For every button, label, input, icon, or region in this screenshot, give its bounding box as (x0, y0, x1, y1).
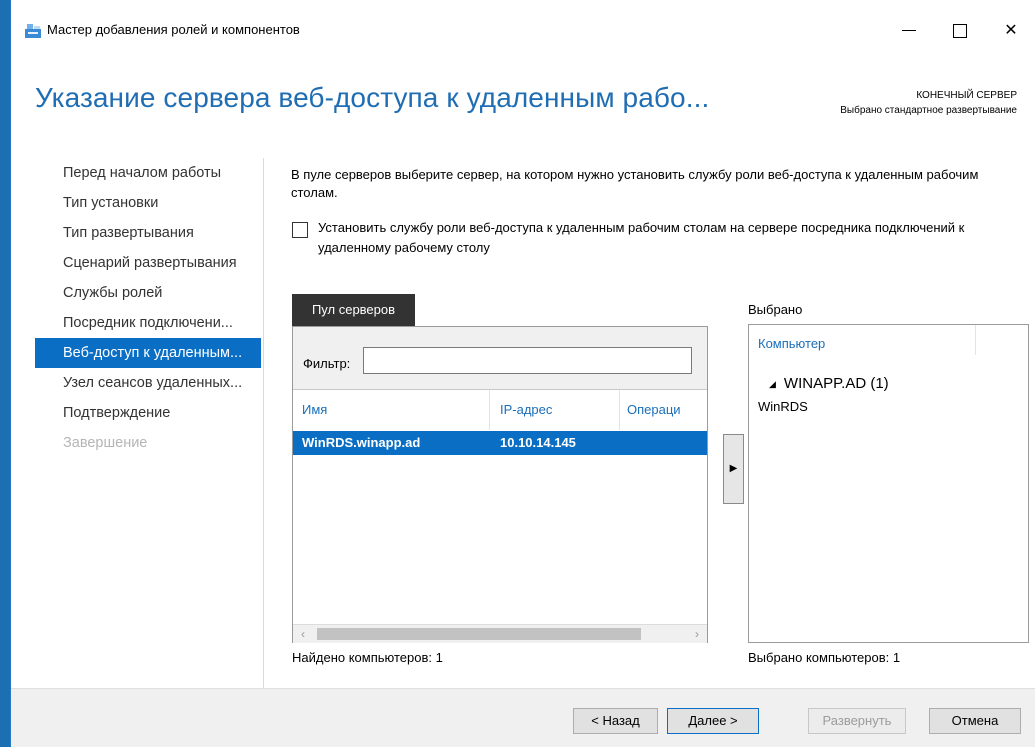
nav-item-connection-broker[interactable]: Посредник подключени... (35, 308, 261, 338)
server-grid: Имя IP-адрес Операци WinRDS.winapp.ad 10… (293, 389, 707, 643)
nav-item-deployment-type[interactable]: Тип развертывания (35, 218, 261, 248)
nav-item-confirmation[interactable]: Подтверждение (35, 398, 261, 428)
nav-item-installation-type[interactable]: Тип установки (35, 188, 261, 218)
group-header[interactable]: ◢ WINAPP.AD (1) (769, 375, 889, 392)
nav-item-session-host[interactable]: Узел сеансов удаленных... (35, 368, 261, 398)
column-separator[interactable] (489, 390, 490, 430)
title-bar: Мастер добавления ролей и компонентов ✕ (11, 0, 1035, 50)
nav-item-before-you-begin[interactable]: Перед началом работы (35, 158, 261, 188)
collapse-icon[interactable]: ◢ (769, 379, 776, 390)
nav-item-deployment-scenario[interactable]: Сценарий развертывания (35, 248, 261, 278)
server-manager-icon (25, 24, 41, 38)
next-button[interactable]: Далее > (667, 708, 759, 734)
grid-header: Имя IP-адрес Операци (293, 390, 707, 430)
table-row[interactable]: WinRDS.winapp.ad 10.10.14.145 (293, 431, 707, 455)
filter-label: Фильтр: (303, 356, 351, 371)
broker-checkbox-label[interactable]: Установить службу роли веб-доступа к уда… (318, 218, 1008, 258)
list-item[interactable]: WinRDS (758, 399, 808, 414)
row-ip: 10.10.14.145 (500, 435, 576, 450)
nav-item-web-access[interactable]: Веб-доступ к удаленным... (35, 338, 261, 368)
button-bar: < Назад Далее > Развернуть Отмена (11, 688, 1035, 747)
destination-label: КОНЕЧНЫЙ СЕРВЕР (916, 90, 1017, 101)
wizard-nav: Перед началом работы Тип установки Тип р… (35, 158, 261, 458)
scrollbar-thumb[interactable] (317, 628, 641, 640)
destination-value: Выбрано стандартное развертывание (840, 105, 1017, 116)
cancel-button[interactable]: Отмена (929, 708, 1021, 734)
deploy-button: Развернуть (808, 708, 906, 734)
selected-list: Компьютер ◢ WINAPP.AD (1) WinRDS (748, 324, 1029, 643)
selected-label: Выбрано (748, 302, 803, 317)
broker-checkbox[interactable] (292, 222, 308, 238)
selected-count: Выбрано компьютеров: 1 (748, 650, 901, 665)
nav-divider (263, 158, 264, 688)
minimize-button[interactable] (889, 14, 929, 48)
column-separator[interactable] (975, 325, 976, 355)
found-count: Найдено компьютеров: 1 (292, 650, 443, 665)
column-header-computer[interactable]: Компьютер (758, 336, 825, 351)
destination-server: КОНЕЧНЫЙ СЕРВЕР Выбрано стандартное разв… (840, 88, 1017, 118)
maximize-button[interactable] (940, 14, 980, 48)
maximize-icon (953, 23, 967, 38)
description-text: В пуле серверов выберите сервер, на кото… (291, 167, 979, 200)
scroll-left-icon[interactable]: ‹ (295, 626, 311, 642)
column-header-name[interactable]: Имя (302, 402, 327, 417)
column-separator[interactable] (619, 390, 620, 430)
column-header-os[interactable]: Операци (627, 402, 681, 417)
back-button[interactable]: < Назад (573, 708, 658, 734)
server-pool-panel: Фильтр: Имя IP-адрес Операци WinRDS.wina… (292, 326, 708, 643)
filter-input[interactable] (363, 347, 692, 374)
nav-item-completion: Завершение (63, 435, 148, 451)
close-icon: ✕ (1004, 22, 1018, 39)
row-name: WinRDS.winapp.ad (302, 435, 421, 450)
scroll-right-icon[interactable]: › (689, 626, 705, 642)
close-button[interactable]: ✕ (991, 14, 1031, 48)
arrow-right-icon: ▶ (729, 463, 738, 474)
column-header-ip[interactable]: IP-адрес (500, 402, 552, 417)
nav-item-role-services[interactable]: Службы ролей (35, 278, 261, 308)
window-title: Мастер добавления ролей и компонентов (47, 22, 300, 37)
add-to-selected-button[interactable]: ▶ (723, 434, 744, 504)
tab-server-pool[interactable]: Пул серверов (292, 294, 415, 326)
page-title: Указание сервера веб-доступа к удаленным… (35, 82, 710, 113)
group-label: WINAPP.AD (1) (783, 375, 889, 392)
minimize-icon (902, 30, 916, 32)
horizontal-scrollbar[interactable]: ‹ › (293, 624, 707, 643)
wizard-window: Мастер добавления ролей и компонентов ✕ … (10, 0, 1035, 747)
